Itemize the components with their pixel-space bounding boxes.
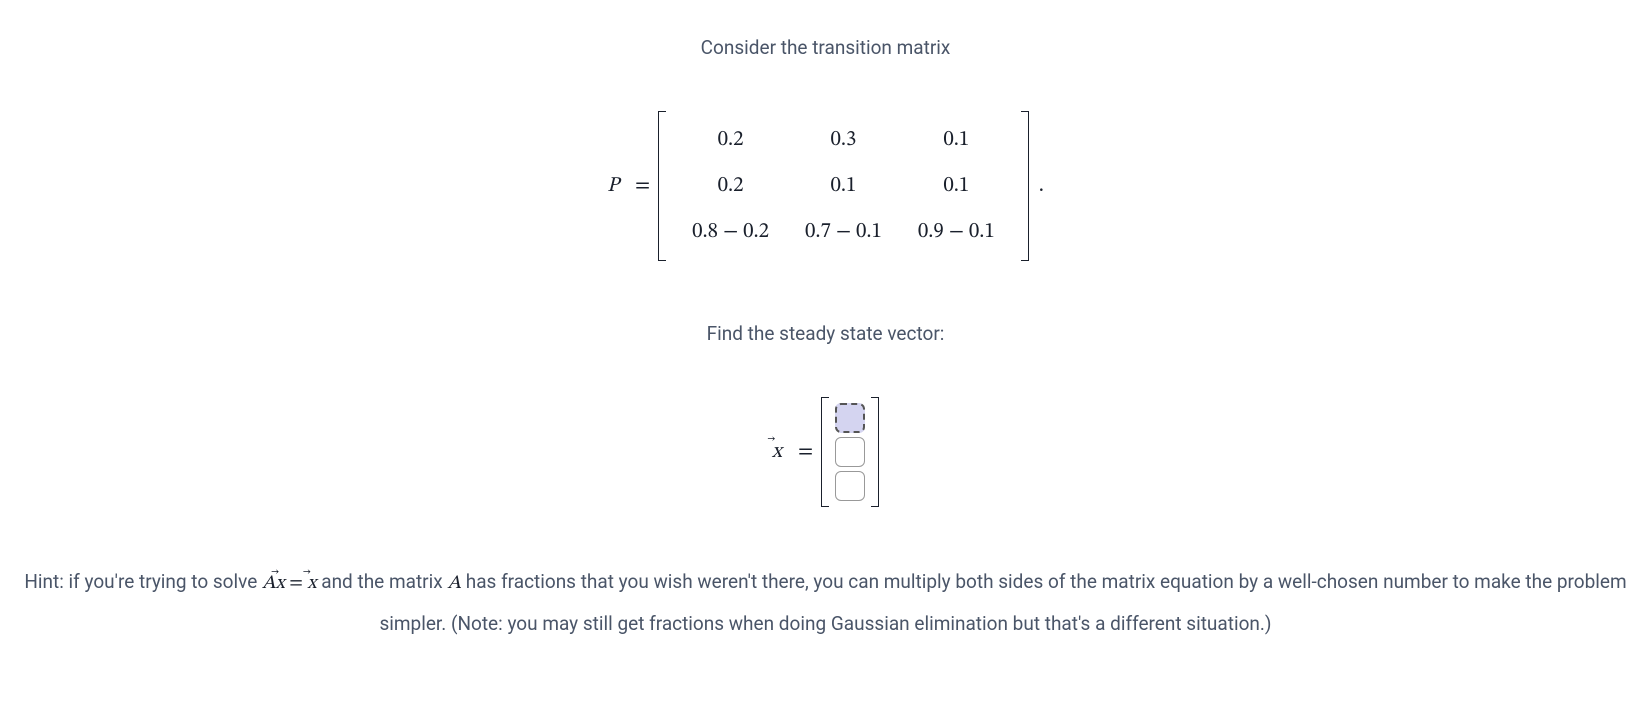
matrix-cell: 0.3 xyxy=(793,117,893,163)
hint-eq-x2: x xyxy=(307,564,316,604)
hint-part3: has fractions that you wish weren't ther… xyxy=(379,570,1626,635)
equals-sign: = xyxy=(635,166,650,206)
bracket-right xyxy=(1021,111,1029,261)
vector-container xyxy=(821,397,879,507)
matrix-cell: 0.7 − 0.1 xyxy=(787,209,900,255)
intro-text: Consider the transition matrix xyxy=(10,30,1641,66)
matrix-cell: 0.2 xyxy=(681,163,781,209)
matrix-body: 0.2 0.3 0.1 0.2 0.1 0.1 0.8 − 0.2 0.7 − … xyxy=(666,111,1021,261)
hint-text: Hint: if you're trying to solve Ax = x a… xyxy=(10,562,1641,644)
vector-input-3[interactable] xyxy=(835,471,865,501)
find-text: Find the steady state vector: xyxy=(10,316,1641,352)
matrix-row: 0.2 0.3 0.1 xyxy=(674,117,1013,163)
bracket-left xyxy=(658,111,666,261)
hint-matA: A xyxy=(447,574,461,593)
hint-part1: Hint: if you're trying to solve xyxy=(24,570,262,593)
matrix-equation: P = 0.2 0.3 0.1 0.2 0.1 0.1 0.8 − 0.2 0.… xyxy=(10,111,1641,261)
matrix-cell: 0.1 xyxy=(793,163,893,209)
hint-eq-equals: = xyxy=(285,574,308,593)
bracket-right xyxy=(871,397,879,507)
matrix-row: 0.2 0.1 0.1 xyxy=(674,163,1013,209)
vector-body xyxy=(829,397,871,507)
hint-eq-A: A xyxy=(262,574,276,593)
equals-sign: = xyxy=(798,432,813,472)
matrix-period: . xyxy=(1039,166,1044,206)
matrix-container: 0.2 0.3 0.1 0.2 0.1 0.1 0.8 − 0.2 0.7 − … xyxy=(658,111,1029,261)
matrix-cell: 0.2 xyxy=(681,117,781,163)
vector-label: x xyxy=(772,432,782,472)
hint-part2: and the matrix xyxy=(317,570,448,593)
vector-equation: x = xyxy=(10,397,1641,507)
matrix-label: P xyxy=(607,166,619,206)
hint-eq-x1: x xyxy=(276,564,285,604)
matrix-cell: 0.1 xyxy=(906,163,1006,209)
bracket-left xyxy=(821,397,829,507)
matrix-cell: 0.8 − 0.2 xyxy=(674,209,787,255)
matrix-cell: 0.9 − 0.1 xyxy=(900,209,1013,255)
matrix-row: 0.8 − 0.2 0.7 − 0.1 0.9 − 0.1 xyxy=(674,209,1013,255)
matrix-cell: 0.1 xyxy=(906,117,1006,163)
vector-input-1[interactable] xyxy=(835,403,865,433)
vector-input-2[interactable] xyxy=(835,437,865,467)
